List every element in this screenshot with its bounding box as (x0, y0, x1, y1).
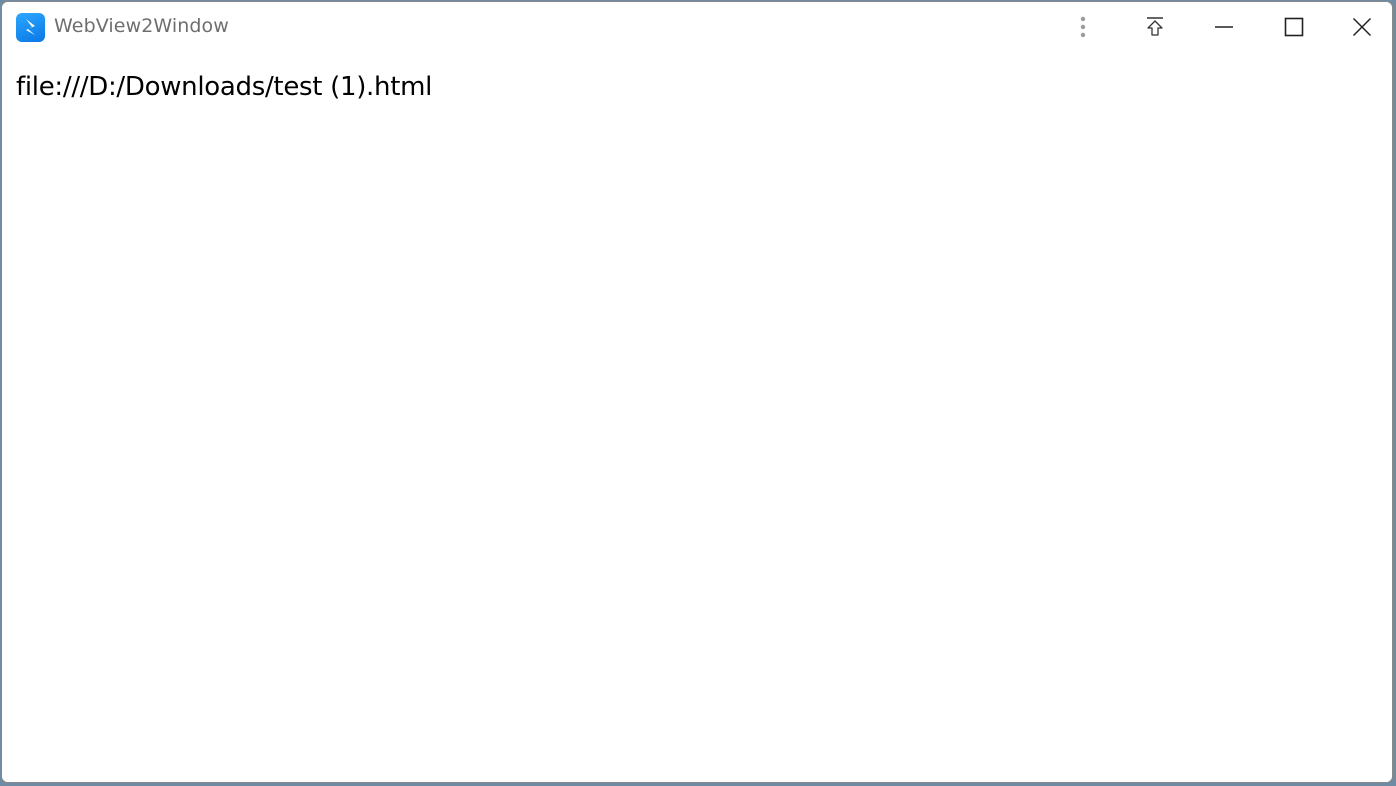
pin-on-top-button[interactable] (1120, 2, 1190, 52)
window-title: WebView2Window (54, 15, 229, 37)
file-url-text: file:///D:/Downloads/test (1).html (16, 72, 433, 102)
vertical-ellipsis-icon (1080, 16, 1086, 38)
close-icon (1352, 17, 1372, 37)
minimize-icon (1215, 26, 1233, 28)
maximize-icon (1284, 17, 1304, 37)
close-button[interactable] (1329, 2, 1392, 52)
app-icon (16, 13, 45, 42)
webview-content[interactable]: file:///D:/Downloads/test (1).html (2, 52, 1392, 782)
webview2-window: WebView2Window file:///D:/Downloads/test… (1, 1, 1393, 783)
maximize-button[interactable] (1259, 2, 1329, 52)
title-bar[interactable]: WebView2Window (2, 2, 1392, 52)
minimize-button[interactable] (1189, 2, 1259, 52)
pin-top-icon (1147, 17, 1163, 36)
more-options-button[interactable] (1048, 2, 1118, 52)
